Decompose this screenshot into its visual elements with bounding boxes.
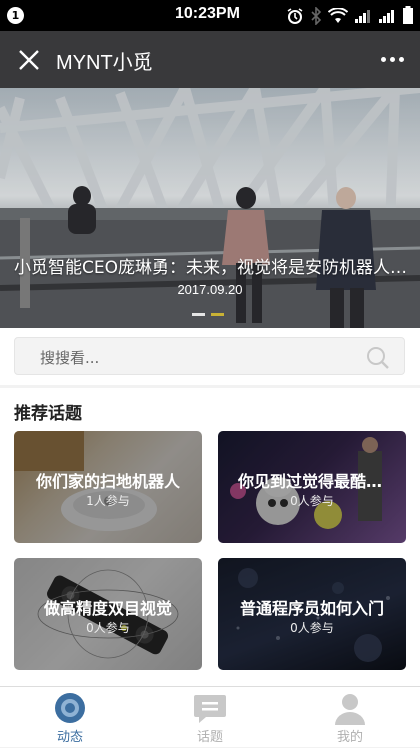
topic-card[interactable]: 你见到过觉得最酷的机器人 0人参与 <box>218 431 406 543</box>
search-icon[interactable] <box>366 346 390 370</box>
close-button[interactable] <box>16 47 42 73</box>
search-input[interactable]: 搜搜看... <box>14 337 405 375</box>
banner-title[interactable]: 小觅智能CEO庞琳勇：未来，视觉将是安防机器人的核心 <box>14 253 409 278</box>
topic-participants: 0人参与 <box>290 494 334 508</box>
topic-title: 普通程序员如何入门 <box>239 599 384 618</box>
feed-icon <box>53 691 87 725</box>
topic-participants: 1人参与 <box>86 494 130 508</box>
banner-date: 2017.09.20 <box>177 282 243 297</box>
tab-me[interactable]: 我的 <box>280 687 420 748</box>
tab-label: 我的 <box>336 730 363 745</box>
tab-label: 话题 <box>196 730 223 745</box>
topic-card[interactable]: 普通程序员如何入门 0人参与 <box>218 558 406 670</box>
more-icon <box>380 56 386 62</box>
more-button[interactable] <box>378 49 406 69</box>
banner-carousel[interactable]: 小觅智能CEO庞琳勇：未来，视觉将是安防机器人的核心 2017.09.20 <box>0 88 420 328</box>
topic-card[interactable]: 做高精度双目视觉 0人参与 <box>14 558 202 670</box>
alarm-icon <box>286 7 304 29</box>
signal-icon <box>378 8 396 28</box>
tab-feed[interactable]: 动态 <box>0 687 140 748</box>
user-icon <box>333 691 367 725</box>
carousel-dot[interactable] <box>192 313 205 316</box>
nav-bar: MYNT小觅 <box>0 31 420 88</box>
battery-icon <box>402 6 414 29</box>
carousel-dot-active[interactable] <box>211 313 224 316</box>
topic-participants: 0人参与 <box>290 621 334 635</box>
bottom-tab-bar: 动态 话题 我的 <box>0 686 420 747</box>
carousel-indicator <box>192 313 224 316</box>
chat-bubble-icon <box>193 691 227 725</box>
section-title: 推荐话题 <box>14 404 82 424</box>
topic-participants: 0人参与 <box>86 621 130 635</box>
tab-topics[interactable]: 话题 <box>140 687 280 748</box>
status-icons <box>286 5 414 29</box>
status-bar: 1 10:23PM <box>0 0 420 31</box>
signal-icon <box>354 8 372 28</box>
topic-title: 你们家的扫地机器人 <box>35 472 180 491</box>
topic-card[interactable]: 你们家的扫地机器人 1人参与 <box>14 431 202 543</box>
nav-title: MYNT小觅 <box>56 52 153 74</box>
topic-title: 你见到过觉得最酷的机器人 <box>238 472 406 491</box>
search-section: 搜搜看... <box>0 328 420 385</box>
tab-label: 动态 <box>56 730 83 745</box>
notification-badge: 1 <box>7 7 24 24</box>
topic-title: 做高精度双目视觉 <box>43 599 172 618</box>
wifi-icon <box>327 6 349 28</box>
bluetooth-icon <box>310 5 322 29</box>
close-icon <box>19 50 39 70</box>
search-placeholder: 搜搜看... <box>40 349 100 367</box>
status-time: 10:23PM <box>175 5 240 22</box>
recommended-topics: 推荐话题 你们家的扫地机器人 1人参与 你见到过觉得最酷的机器人 0人参与 <box>0 388 420 686</box>
